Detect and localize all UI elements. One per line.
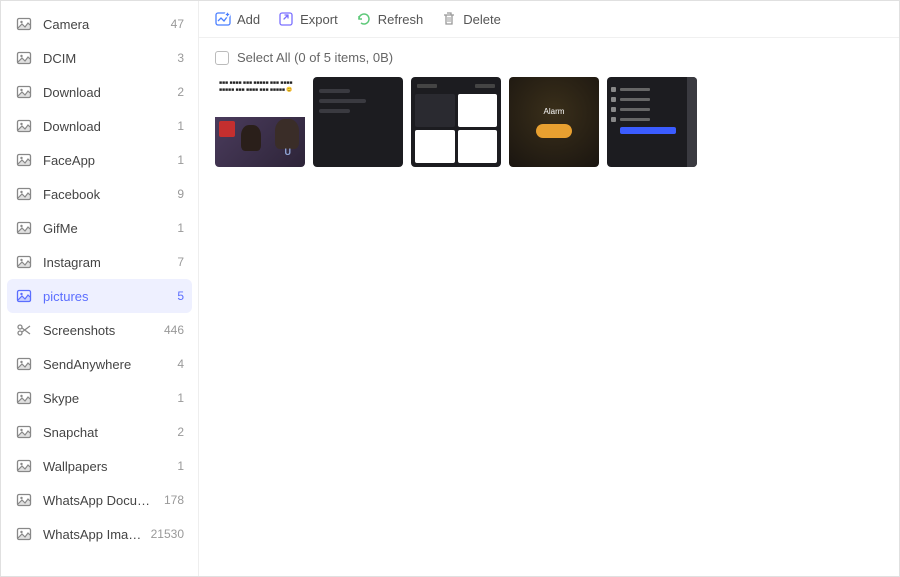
sidebar-item-label: SendAnywhere: [43, 357, 171, 372]
refresh-button[interactable]: Refresh: [356, 11, 424, 27]
image-icon: [15, 83, 33, 101]
image-icon: [15, 49, 33, 67]
sidebar-item-camera[interactable]: Camera 47: [1, 7, 198, 41]
export-icon: [278, 11, 294, 27]
image-icon: [15, 355, 33, 373]
sidebar-item-count: 4: [177, 357, 184, 371]
sidebar-item-label: Snapchat: [43, 425, 171, 440]
sidebar-item-count: 2: [177, 425, 184, 439]
sidebar-item-label: FaceApp: [43, 153, 171, 168]
sidebar-item-gifme[interactable]: GifMe 1: [1, 211, 198, 245]
sidebar-item-snapchat[interactable]: Snapchat 2: [1, 415, 198, 449]
image-icon: [15, 151, 33, 169]
sidebar-item-label: DCIM: [43, 51, 171, 66]
sidebar-item-label: Screenshots: [43, 323, 158, 338]
sidebar-item-wallpapers[interactable]: Wallpapers 1: [1, 449, 198, 483]
add-button[interactable]: Add: [215, 11, 260, 27]
sidebar-item-download[interactable]: Download 1: [1, 109, 198, 143]
sidebar-item-count: 1: [177, 391, 184, 405]
sidebar-item-count: 1: [177, 119, 184, 133]
select-bar: Select All (0 of 5 items, 0B): [199, 38, 899, 77]
thumbnail-item[interactable]: Alarm: [509, 77, 599, 167]
toolbar: Add Export Refresh Delete: [199, 1, 899, 38]
sidebar-item-count: 1: [177, 221, 184, 235]
sidebar-item-label: pictures: [43, 289, 171, 304]
export-button[interactable]: Export: [278, 11, 338, 27]
sidebar-item-count: 9: [177, 187, 184, 201]
image-icon: [15, 525, 33, 543]
export-label: Export: [300, 12, 338, 27]
sidebar-item-download[interactable]: Download 2: [1, 75, 198, 109]
sidebar-item-whatsapp-documents[interactable]: WhatsApp Documents 178: [1, 483, 198, 517]
sidebar-item-count: 47: [171, 17, 184, 31]
sidebar-item-count: 5: [177, 289, 184, 303]
image-icon: [15, 457, 33, 475]
image-icon: [15, 287, 33, 305]
select-all-checkbox[interactable]: [215, 51, 229, 65]
sidebar-item-count: 1: [177, 459, 184, 473]
sidebar-item-count: 2: [177, 85, 184, 99]
sidebar-item-label: WhatsApp Documents: [43, 493, 158, 508]
image-icon: [15, 219, 33, 237]
add-label: Add: [237, 12, 260, 27]
sidebar-item-screenshots[interactable]: Screenshots 446: [1, 313, 198, 347]
image-icon: [15, 185, 33, 203]
sidebar-item-count: 178: [164, 493, 184, 507]
app-window: Camera47DCIM3Download2Download1FaceApp1F…: [0, 0, 900, 577]
delete-label: Delete: [463, 12, 501, 27]
sidebar-item-label: Camera: [43, 17, 165, 32]
image-icon: [15, 253, 33, 271]
thumbnail-item[interactable]: [607, 77, 697, 167]
sidebar-item-label: Wallpapers: [43, 459, 171, 474]
image-icon: [15, 491, 33, 509]
sidebar-item-count: 3: [177, 51, 184, 65]
image-icon: [15, 15, 33, 33]
scissors-icon: [15, 321, 33, 339]
sidebar-item-label: GifMe: [43, 221, 171, 236]
refresh-icon: [356, 11, 372, 27]
sidebar-item-facebook[interactable]: Facebook 9: [1, 177, 198, 211]
thumbnail-item[interactable]: [313, 77, 403, 167]
image-icon: [15, 117, 33, 135]
refresh-label: Refresh: [378, 12, 424, 27]
sidebar-item-label: Instagram: [43, 255, 171, 270]
sidebar-item-label: Download: [43, 119, 171, 134]
sidebar-item-pictures[interactable]: pictures 5: [7, 279, 192, 313]
sidebar-item-count: 446: [164, 323, 184, 337]
sidebar-item-label: WhatsApp Images: [43, 527, 145, 542]
sidebar-item-dcim[interactable]: DCIM 3: [1, 41, 198, 75]
sidebar: Camera47DCIM3Download2Download1FaceApp1F…: [1, 1, 199, 576]
sidebar-item-count: 7: [177, 255, 184, 269]
sidebar-item-label: Skype: [43, 391, 171, 406]
image-icon: [15, 389, 33, 407]
thumbnail-item[interactable]: ■■■ ■■■■ ■■■ ■■■■■ ■■■ ■■■■ ■■■■■ ■■■ ■■…: [215, 77, 305, 167]
sidebar-item-label: Download: [43, 85, 171, 100]
delete-button[interactable]: Delete: [441, 11, 501, 27]
image-icon: [15, 423, 33, 441]
sidebar-item-instagram[interactable]: Instagram 7: [1, 245, 198, 279]
select-all-label: Select All (0 of 5 items, 0B): [237, 50, 393, 65]
thumb-alarm-label: Alarm: [544, 107, 565, 116]
sidebar-item-label: Facebook: [43, 187, 171, 202]
sidebar-item-count: 1: [177, 153, 184, 167]
main-panel: Add Export Refresh Delete: [199, 1, 899, 576]
thumbnail-grid: ■■■ ■■■■ ■■■ ■■■■■ ■■■ ■■■■ ■■■■■ ■■■ ■■…: [199, 77, 899, 183]
add-icon: [215, 11, 231, 27]
sidebar-item-whatsapp-images[interactable]: WhatsApp Images 21530: [1, 517, 198, 551]
sidebar-item-count: 21530: [151, 527, 184, 541]
sidebar-item-sendanywhere[interactable]: SendAnywhere 4: [1, 347, 198, 381]
sidebar-item-skype[interactable]: Skype 1: [1, 381, 198, 415]
sidebar-item-faceapp[interactable]: FaceApp 1: [1, 143, 198, 177]
thumbnail-item[interactable]: [411, 77, 501, 167]
trash-icon: [441, 11, 457, 27]
